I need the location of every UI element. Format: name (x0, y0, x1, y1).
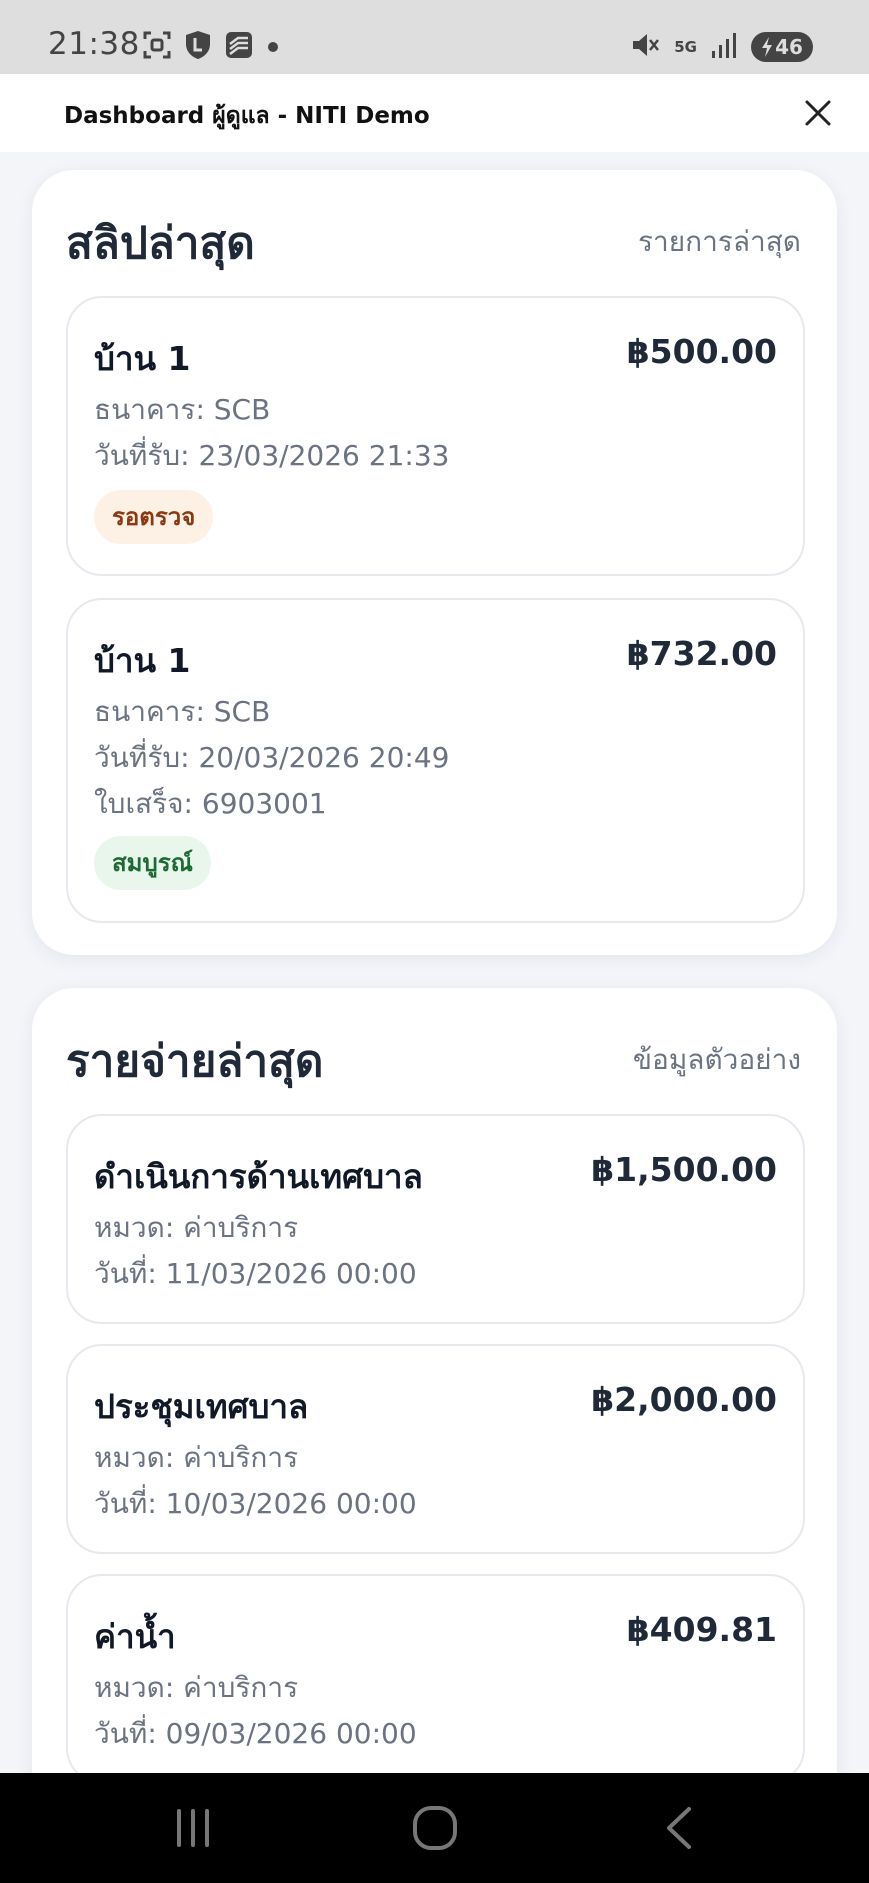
expense-date: วันที่: 10/03/2026 00:00 (94, 1487, 417, 1520)
network-label: 5G (674, 37, 697, 56)
status-icons-left (142, 30, 280, 64)
shield-icon (184, 30, 212, 64)
expense-card[interactable]: ค่าน้ำ ฿409.81 หมวด: ค่าบริการ วันที่: 0… (66, 1574, 805, 1784)
expense-category: หมวด: ค่าบริการ (94, 1211, 299, 1244)
home-button[interactable] (410, 1803, 460, 1853)
section-subtitle[interactable]: รายการล่าสุด (638, 220, 801, 264)
section-title: รายจ่ายล่าสุด (66, 1036, 324, 1087)
dot-icon (266, 30, 280, 64)
recent-apps-button[interactable] (168, 1803, 218, 1853)
screenshot-icon (142, 30, 172, 64)
layers-icon (224, 30, 254, 64)
mute-icon (630, 30, 660, 64)
expense-category: หมวด: ค่าบริการ (94, 1671, 299, 1704)
app-bar: Dashboard ผู้ดูแล - NITI Demo (0, 74, 869, 152)
slip-bank: ธนาคาร: SCB (94, 695, 271, 728)
latest-expenses-section: รายจ่ายล่าสุด ข้อมูลตัวอย่าง ดำเนินการด้… (32, 988, 837, 1828)
expense-card[interactable]: ประชุมเทศบาล ฿2,000.00 หมวด: ค่าบริการ ว… (66, 1344, 805, 1554)
back-button[interactable] (655, 1803, 705, 1853)
expense-title: ค่าน้ำ (94, 1617, 176, 1656)
status-time: 21:38 (48, 26, 140, 62)
slip-card[interactable]: บ้าน 1 ฿732.00 ธนาคาร: SCB วันที่รับ: 20… (66, 598, 805, 923)
slip-receipt-number: ใบเสร็จ: 6903001 (94, 787, 327, 820)
slip-received-date: วันที่รับ: 23/03/2026 21:33 (94, 439, 450, 472)
expense-category: หมวด: ค่าบริการ (94, 1441, 299, 1474)
slip-amount: ฿500.00 (626, 332, 777, 371)
section-title: สลิปล่าสุด (66, 218, 255, 269)
latest-slips-section: สลิปล่าสุด รายการล่าสุด บ้าน 1 ฿500.00 ธ… (32, 170, 837, 955)
expense-amount: ฿409.81 (626, 1610, 777, 1649)
page-title: Dashboard ผู้ดูแล - NITI Demo (64, 103, 430, 129)
status-bar: 21:38 5G 46 (0, 0, 869, 74)
battery-level: 46 (775, 35, 803, 59)
expense-title: ประชุมเทศบาล (94, 1387, 309, 1426)
home-icon (413, 1806, 457, 1850)
expense-amount: ฿1,500.00 (591, 1150, 777, 1189)
battery-icon: 46 (751, 32, 813, 62)
slip-amount: ฿732.00 (626, 634, 777, 673)
slip-received-date: วันที่รับ: 20/03/2026 20:49 (94, 741, 450, 774)
close-icon (805, 100, 831, 126)
slip-card[interactable]: บ้าน 1 ฿500.00 ธนาคาร: SCB วันที่รับ: 23… (66, 296, 805, 576)
recent-apps-icon (177, 1809, 209, 1847)
signal-icon (711, 31, 737, 63)
navigation-bar (0, 1773, 869, 1883)
close-button[interactable] (801, 96, 835, 130)
expense-amount: ฿2,000.00 (591, 1380, 777, 1419)
expense-date: วันที่: 09/03/2026 00:00 (94, 1717, 417, 1750)
expense-date: วันที่: 11/03/2026 00:00 (94, 1257, 417, 1290)
status-badge: สมบูรณ์ (94, 836, 211, 890)
expense-title: ดำเนินการด้านเทศบาล (94, 1157, 423, 1196)
slip-title: บ้าน 1 (94, 339, 191, 378)
back-icon (667, 1807, 691, 1849)
status-icons-right: 5G 46 (630, 30, 813, 64)
slip-bank: ธนาคาร: SCB (94, 393, 271, 426)
section-subtitle[interactable]: ข้อมูลตัวอย่าง (633, 1038, 801, 1082)
expense-card[interactable]: ดำเนินการด้านเทศบาล ฿1,500.00 หมวด: ค่าบ… (66, 1114, 805, 1324)
status-badge: รอตรวจ (94, 490, 214, 544)
slip-title: บ้าน 1 (94, 641, 191, 680)
